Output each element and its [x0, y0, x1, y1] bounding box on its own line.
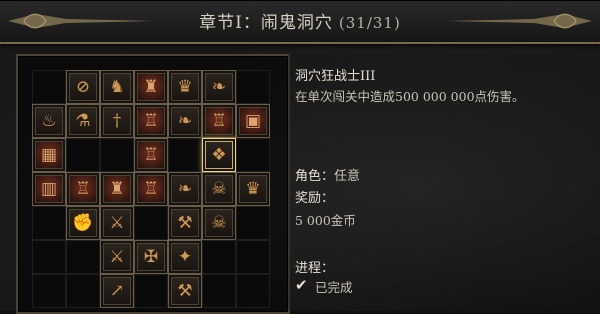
empty-slot [202, 240, 236, 274]
achievement-slot[interactable]: ♖ [66, 172, 100, 206]
role-value: 任意 [334, 169, 361, 184]
achievement-slot[interactable]: ⚔ [100, 206, 134, 240]
achievement-slot[interactable]: ✠ [134, 240, 168, 274]
armor-icon: ♖ [75, 179, 91, 199]
boot-icon: ❧ [177, 111, 193, 131]
status-text: 已完成 [315, 280, 353, 295]
achievement-slot[interactable]: ♞ [100, 70, 134, 104]
empty-slot [236, 70, 270, 104]
achievement-slot[interactable]: † [100, 104, 134, 138]
star-icon: ✦ [177, 247, 193, 267]
achievement-slot[interactable]: ☠ [202, 206, 236, 240]
achievement-slot[interactable]: ♜ [100, 172, 134, 206]
chest-icon: ▣ [244, 111, 262, 131]
achievement-slot[interactable]: ✊ [66, 206, 100, 240]
fist-icon: ✊ [72, 213, 94, 233]
achievement-slot[interactable]: ♖ [202, 104, 236, 138]
empty-slot [32, 206, 66, 240]
helm-icon: ♜ [143, 77, 159, 97]
achievement-slot[interactable]: ▣ [236, 104, 270, 138]
achievement-slot[interactable]: ❧ [168, 172, 202, 206]
selected-trophy-icon: ❖ [211, 145, 227, 165]
pillar-icon: ▥ [40, 179, 58, 199]
achievement-slot[interactable]: ♨ [32, 104, 66, 138]
achievement-slot[interactable]: ❧ [168, 104, 202, 138]
role-row: 角色：任意 [295, 165, 360, 184]
hive-icon: ▦ [40, 145, 58, 165]
empty-slot [32, 274, 66, 308]
empty-slot [66, 138, 100, 172]
crown-icon: ♛ [245, 179, 261, 199]
armor-icon: ♖ [143, 179, 159, 199]
achievement-slot[interactable]: ❖ [202, 138, 236, 172]
achievement-slot[interactable]: ▦ [32, 138, 66, 172]
axe-icon: ⚒ [177, 213, 193, 233]
empty-slot [236, 240, 270, 274]
achievement-slot[interactable]: ♖ [134, 138, 168, 172]
armor-icon: ♖ [143, 111, 159, 131]
axe-icon: ⚒ [177, 281, 193, 301]
empty-slot [134, 274, 168, 308]
achievement-slot[interactable]: ♛ [236, 172, 270, 206]
flame-icon: ♨ [41, 111, 57, 131]
achievement-slot[interactable]: ♖ [134, 104, 168, 138]
knight-icon: ♞ [109, 77, 125, 97]
achievement-slot[interactable]: ⚒ [168, 274, 202, 308]
chapter-progress: (31/31) [338, 14, 401, 32]
empty-slot [32, 240, 66, 274]
achievement-slot[interactable]: ☠ [202, 172, 236, 206]
achievement-slot[interactable]: ❧ [202, 70, 236, 104]
progress-label: 进程： [295, 261, 335, 276]
empty-slot [236, 138, 270, 172]
chapter-title: 章节I：闹鬼洞穴 [199, 13, 333, 33]
demon-icon: ☠ [211, 179, 227, 199]
sword-icon: ⚔ [109, 213, 125, 233]
achievement-grid: ⊘ ♞ ♜ ♛ ❧ ♨ ⚗ † ♖ ❧ ♖ ▣ ▦ ♖ ❖ ▥ ♖ ♜ ♖ ❧ ☠ ♛ ✊ ⚔ ⚒ ☠ ⚔ ✠ ✦ ↗ ⚒ [32, 70, 270, 308]
empty-slot [168, 138, 202, 172]
crown-icon: ♛ [177, 77, 193, 97]
flask-icon: ⚗ [75, 111, 91, 131]
reward-label: 奖励： [295, 191, 335, 206]
achievement-slot[interactable]: ♖ [134, 172, 168, 206]
disabled-icon: ⊘ [75, 77, 91, 97]
right-ornament-icon [446, 13, 592, 29]
role-label: 角色： [295, 169, 335, 184]
empty-slot [202, 274, 236, 308]
achievement-slot[interactable]: ✦ [168, 240, 202, 274]
achievement-grid-panel: ⊘ ♞ ♜ ♛ ❧ ♨ ⚗ † ♖ ❧ ♖ ▣ ▦ ♖ ❖ ▥ ♖ ♜ ♖ ❧ ☠ ♛ ✊ ⚔ ⚒ ☠ ⚔ ✠ ✦ ↗ ⚒ [16, 54, 290, 314]
achievement-slot[interactable]: ♜ [134, 70, 168, 104]
blade-icon: † [112, 111, 122, 131]
title-bar: 章节I：闹鬼洞穴 (31/31) [0, 0, 600, 44]
empty-slot [100, 138, 134, 172]
achievement-slot[interactable]: ⊘ [66, 70, 100, 104]
achievement-slot[interactable]: ↗ [100, 274, 134, 308]
empty-slot [236, 274, 270, 308]
achievement-detail-panel: 洞穴狂战士III 在单次闯关中造成500 000 000点伤害。 角色：任意 奖… [288, 54, 600, 310]
armor-icon: ♖ [143, 145, 159, 165]
checkmark-icon: ✔ [295, 276, 308, 294]
achievement-slot[interactable]: ⚗ [66, 104, 100, 138]
achievement-slot[interactable]: ⚔ [100, 240, 134, 274]
achievement-name: 洞穴狂战士III [295, 69, 376, 84]
empty-slot [134, 206, 168, 240]
achievement-window: 章节I：闹鬼洞穴 (31/31) ⊘ ♞ ♜ ♛ ❧ ♨ ⚗ † ♖ ❧ ♖ ▣ ▦ ♖ ❖ ▥ ♖ ♜ ♖ ❧ ☠ ♛ ✊ ⚔… [0, 0, 600, 314]
achievement-slot[interactable]: ⚒ [168, 206, 202, 240]
helm-icon: ♜ [109, 179, 125, 199]
reward-value: 5 000金币 [295, 213, 356, 228]
empty-slot [66, 274, 100, 308]
achievement-slot[interactable]: ♛ [168, 70, 202, 104]
armor-icon: ♖ [211, 111, 227, 131]
achievement-description: 在单次闯关中造成500 000 000点伤害。 [295, 89, 525, 104]
sword-icon: ⚔ [109, 247, 125, 267]
empty-slot [66, 240, 100, 274]
spear-icon: ↗ [109, 281, 125, 301]
cross-icon: ✠ [143, 247, 159, 267]
empty-slot [236, 206, 270, 240]
demon-icon: ☠ [211, 213, 227, 233]
boot-icon: ❧ [177, 179, 193, 199]
boot-icon: ❧ [211, 77, 227, 97]
empty-slot [32, 70, 66, 104]
achievement-slot[interactable]: ▥ [32, 172, 66, 206]
